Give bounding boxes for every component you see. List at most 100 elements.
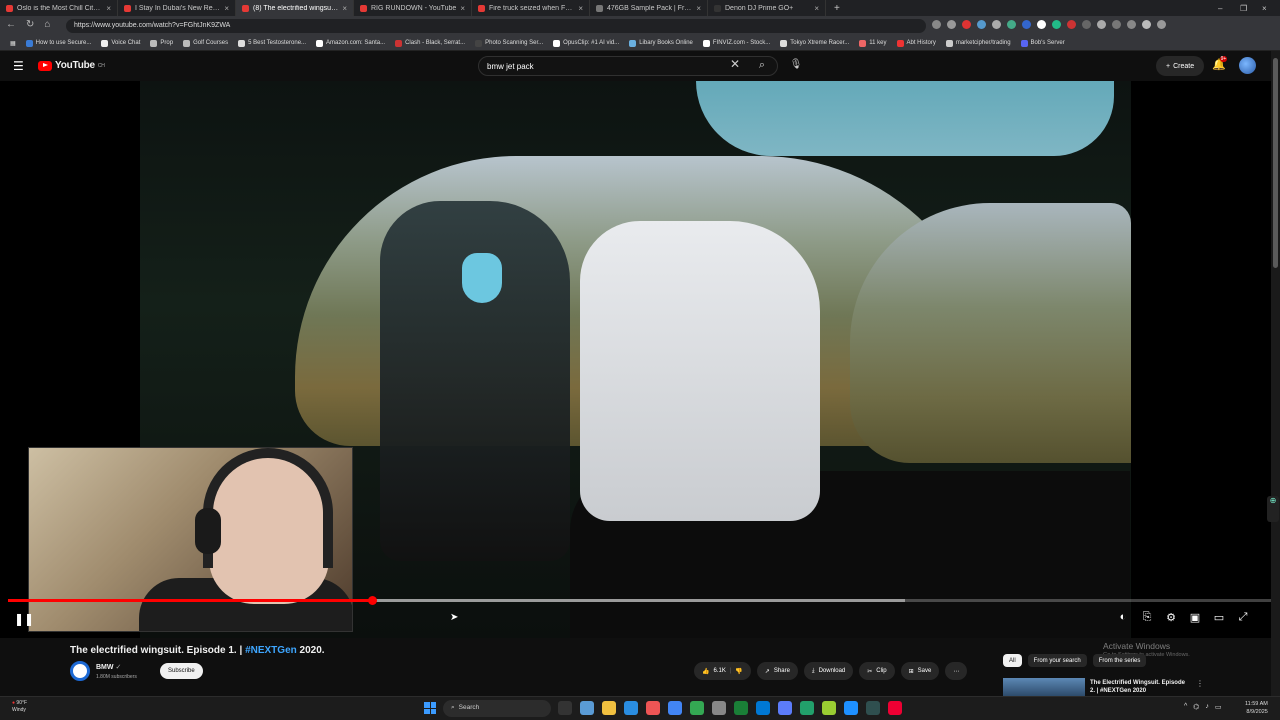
bookmark-item[interactable]: Clash - Black, Serrat...	[395, 39, 465, 47]
bookmark-item[interactable]: Abt History	[896, 39, 936, 47]
app-icon[interactable]	[866, 701, 880, 715]
tab-5[interactable]: Fire truck seized when FBI raids h ×	[472, 0, 590, 16]
profile-icon[interactable]	[1142, 20, 1151, 29]
bookmark-item[interactable]: Tokyo Xtreme Racer...	[780, 39, 849, 47]
download-button[interactable]: ⤓ Download	[803, 662, 854, 680]
share-button[interactable]: ↗ Share	[756, 662, 798, 680]
bookmark-item[interactable]: OpusClip: #1 AI vid...	[553, 39, 619, 47]
system-clock[interactable]: 11:59 AM 8/9/2025	[1245, 700, 1268, 716]
close-tab-icon[interactable]: ×	[460, 4, 465, 13]
extension-icon[interactable]	[1007, 20, 1016, 29]
windows-start-icon[interactable]	[424, 702, 436, 714]
close-tab-icon[interactable]: ×	[342, 4, 347, 13]
theater-mode-icon[interactable]: ▭	[1212, 611, 1226, 624]
bookmark-star-icon[interactable]	[947, 20, 956, 29]
extension-icon[interactable]	[977, 20, 986, 29]
volume-icon[interactable]: ♪	[1205, 703, 1209, 711]
channel-name[interactable]: BMW ✓	[96, 663, 121, 671]
firefox-icon[interactable]	[646, 701, 660, 715]
chip-from-search[interactable]: From your search	[1027, 654, 1087, 667]
fullscreen-icon[interactable]: ⤢	[1236, 611, 1250, 624]
display-icon[interactable]: ▭	[1215, 703, 1222, 711]
settings-gear-icon[interactable]: ⚙	[1164, 611, 1178, 624]
thumbs-down-icon[interactable]: 👎	[735, 668, 742, 675]
app-icon[interactable]	[822, 701, 836, 715]
bookmark-item[interactable]: Prop	[150, 39, 173, 47]
task-view-icon[interactable]	[558, 701, 572, 715]
apps-icon[interactable]: ▦	[10, 40, 16, 47]
tab-4[interactable]: RIG RUNDOWN - YouTube ×	[354, 0, 472, 16]
minimize-icon[interactable]: –	[1218, 4, 1222, 13]
pause-icon[interactable]: ❚❚	[14, 612, 34, 626]
app-icon[interactable]	[668, 701, 682, 715]
settings-app-icon[interactable]	[580, 701, 594, 715]
close-tab-icon[interactable]: ×	[578, 4, 583, 13]
tray-overflow-icon[interactable]: ^	[1184, 703, 1187, 711]
tab-7[interactable]: Denon DJ Prime GO+ ×	[708, 0, 826, 16]
cast-icon[interactable]	[932, 20, 941, 29]
close-tab-icon[interactable]: ×	[224, 4, 229, 13]
recommendation-title[interactable]: The Electrified Wingsuit. Episode 2. | #…	[1090, 679, 1190, 695]
file-explorer-icon[interactable]	[602, 701, 616, 715]
bookmark-item[interactable]: Bob's Server	[1020, 39, 1065, 47]
bookmark-item[interactable]: FINVIZ.com - Stock...	[702, 39, 770, 47]
restore-icon[interactable]: ❐	[1240, 4, 1247, 13]
bookmark-item[interactable]: 11 key	[859, 39, 887, 47]
tab-3-active[interactable]: (8) The electrified wingsuit. Episode ×	[236, 0, 354, 16]
extension-icon[interactable]	[992, 20, 1001, 29]
close-tab-icon[interactable]: ×	[106, 4, 111, 13]
new-tab-icon[interactable]: +	[834, 3, 840, 14]
clip-button[interactable]: ✂ Clip	[859, 662, 895, 680]
app-icon[interactable]	[800, 701, 814, 715]
video-player[interactable]: ❚❚ ➤ ◐ ⎘ ⚙ ▣ ▭ ⤢	[0, 81, 1280, 638]
hashtag-link[interactable]: #NEXTGen	[245, 645, 297, 656]
menu-dots-icon[interactable]	[1157, 20, 1166, 29]
app-icon[interactable]	[756, 701, 770, 715]
bookmark-item[interactable]: marketcipher/trading	[945, 39, 1011, 47]
bookmark-item[interactable]: Voice Chat	[101, 39, 140, 47]
bookmark-item[interactable]: 5 Best Testosterone...	[238, 39, 306, 47]
autoplay-toggle[interactable]: ◐	[1116, 611, 1130, 624]
reload-icon[interactable]: ↻	[26, 19, 34, 30]
side-widget-icon[interactable]: ⊕	[1267, 496, 1279, 522]
extension-icon[interactable]	[1082, 20, 1091, 29]
app-icon[interactable]	[888, 701, 902, 715]
bookmark-item[interactable]: Amazon.com: Santa...	[316, 39, 385, 47]
network-icon[interactable]: ⌬	[1193, 703, 1199, 711]
scrollbar-thumb[interactable]	[1273, 58, 1278, 268]
more-vert-icon[interactable]: ⋮	[1196, 679, 1204, 688]
clear-search-icon[interactable]: ✕	[730, 57, 740, 71]
youtube-logo[interactable]: YouTube CH	[38, 60, 105, 71]
extension-icon[interactable]	[1052, 20, 1061, 29]
extensions-puzzle-icon[interactable]	[1097, 20, 1106, 29]
avatar[interactable]	[1239, 57, 1256, 74]
downloads-icon[interactable]	[1112, 20, 1121, 29]
search-icon[interactable]: ⌕	[752, 55, 772, 75]
recommendation-thumbnail[interactable]	[1003, 678, 1085, 696]
extension-icon[interactable]	[962, 20, 971, 29]
chrome-icon[interactable]	[690, 701, 704, 715]
edge-icon[interactable]	[624, 701, 638, 715]
window-close-icon[interactable]: ×	[1262, 4, 1267, 13]
bookmark-item[interactable]: How to use Secure...	[25, 39, 91, 47]
back-icon[interactable]: ←	[6, 19, 16, 30]
scrubber-handle[interactable]	[368, 596, 378, 605]
microphone-icon[interactable]: 🎙	[787, 55, 805, 75]
app-icon[interactable]	[778, 701, 792, 715]
app-icon[interactable]	[734, 701, 748, 715]
like-button[interactable]: 👍 6.1K | 👎	[694, 662, 751, 680]
close-tab-icon[interactable]: ×	[814, 4, 819, 13]
home-icon[interactable]: ⌂	[44, 19, 50, 30]
bookmark-item[interactable]: Libary Books Online	[629, 39, 693, 47]
more-actions-button[interactable]: ⋯	[945, 662, 968, 680]
hamburger-menu-icon[interactable]: ☰	[13, 59, 24, 73]
taskbar-search[interactable]: ⌕ Search	[443, 700, 551, 717]
app-icon[interactable]	[844, 701, 858, 715]
progress-bar[interactable]	[8, 596, 1272, 605]
extension-icon[interactable]	[1067, 20, 1076, 29]
captions-icon[interactable]: ⎘	[1140, 611, 1154, 624]
tab-6[interactable]: 476GB Sample Pack | Free Downl×	[590, 0, 708, 16]
chip-all[interactable]: All	[1003, 654, 1022, 667]
create-button[interactable]: + Create	[1156, 56, 1205, 76]
app-icon[interactable]	[712, 701, 726, 715]
